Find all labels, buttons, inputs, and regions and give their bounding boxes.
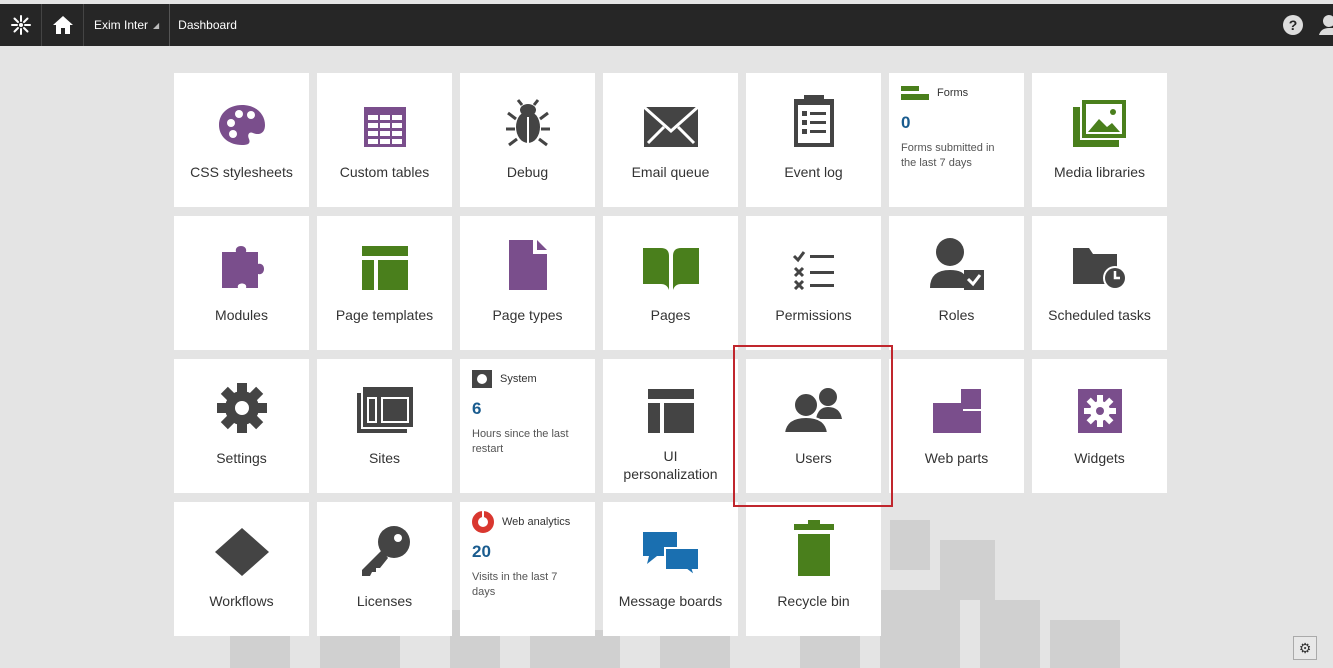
tile-page-types[interactable]: Page types xyxy=(460,216,595,350)
tile-email-queue[interactable]: Email queue xyxy=(603,73,738,207)
tile-label: Licenses xyxy=(356,593,413,609)
tile-recycle-bin[interactable]: Recycle bin xyxy=(746,502,881,636)
document-icon xyxy=(508,240,547,290)
gear-icon: ⚙ xyxy=(1298,639,1312,656)
book-icon xyxy=(642,248,699,290)
user-check-icon xyxy=(929,238,984,290)
layout-icon xyxy=(361,246,408,290)
tile-forms[interactable]: Forms 0 Forms submitted in the last 7 da… xyxy=(889,73,1024,207)
tile-event-log[interactable]: Event log xyxy=(746,73,881,207)
tile-label: Recycle bin xyxy=(777,593,850,609)
tile-web-analytics[interactable]: Web analytics 20 Visits in the last 7 da… xyxy=(460,502,595,636)
site-selector[interactable]: Exim Inter ◢ xyxy=(84,4,171,46)
tile-label: Debug xyxy=(506,164,549,180)
dropdown-icon: ◢ xyxy=(153,20,160,30)
site-name: Exim Inter xyxy=(94,18,149,32)
help-button[interactable]: ? xyxy=(1283,15,1303,35)
tile-label: Page types xyxy=(492,307,563,323)
kentico-logo-icon xyxy=(10,15,31,35)
home-icon xyxy=(52,16,73,34)
dashboard-grid: CSS stylesheets Custom tables Debug Emai… xyxy=(174,73,1167,636)
tile-sites[interactable]: Sites xyxy=(317,359,452,493)
tile-settings[interactable]: Settings xyxy=(174,359,309,493)
tile-workflows[interactable]: Workflows xyxy=(174,502,309,636)
tile-label: Web parts xyxy=(924,450,989,466)
tile-message-boards[interactable]: Message boards xyxy=(603,502,738,636)
analytics-visits: 20 xyxy=(472,542,491,561)
envelope-icon xyxy=(643,107,698,147)
system-icon xyxy=(472,370,492,388)
tile-custom-tables[interactable]: Custom tables xyxy=(317,73,452,207)
widget-gear-icon xyxy=(1077,389,1122,433)
tile-label: Sites xyxy=(368,450,401,466)
forms-count: 0 xyxy=(901,113,911,132)
tile-label: Roles xyxy=(938,307,975,323)
tile-label: Settings xyxy=(216,450,267,466)
tile-modules[interactable]: Modules xyxy=(174,216,309,350)
top-bar: Exim Inter ◢ Dashboard ? xyxy=(0,4,1333,46)
picture-icon xyxy=(1072,99,1127,147)
tile-label: Users xyxy=(795,450,832,466)
key-icon xyxy=(361,526,410,576)
user-profile-icon[interactable] xyxy=(1319,14,1333,36)
tile-label: Event log xyxy=(784,164,843,180)
home-button[interactable] xyxy=(42,4,84,46)
forms-icon xyxy=(901,86,929,100)
tile-page-templates[interactable]: Page templates xyxy=(317,216,452,350)
tile-title: Web analytics xyxy=(502,516,571,528)
tile-scheduled-tasks[interactable]: Scheduled tasks xyxy=(1032,216,1167,350)
system-hours: 6 xyxy=(472,399,482,418)
bug-icon xyxy=(505,99,550,147)
sites-icon xyxy=(356,387,413,433)
tile-widgets[interactable]: Widgets xyxy=(1032,359,1167,493)
checklist-icon xyxy=(792,251,834,290)
tile-label: Media libraries xyxy=(1053,164,1146,180)
donut-chart-icon xyxy=(472,511,494,533)
tile-users[interactable]: Users xyxy=(746,359,881,493)
tile-media-libraries[interactable]: Media libraries xyxy=(1032,73,1167,207)
tile-roles[interactable]: Roles xyxy=(889,216,1024,350)
tile-label: Permissions xyxy=(775,307,852,323)
tile-title: System xyxy=(500,373,537,385)
tile-label: Workflows xyxy=(209,593,274,609)
tile-css-stylesheets[interactable]: CSS stylesheets xyxy=(174,73,309,207)
tile-system[interactable]: System 6 Hours since the last restart xyxy=(460,359,595,493)
tile-description: Hours since the last restart xyxy=(472,428,569,455)
diamond-icon xyxy=(214,528,269,576)
tile-label: Widgets xyxy=(1074,450,1125,466)
trash-icon xyxy=(793,520,834,576)
table-icon xyxy=(363,107,406,147)
tile-label: Scheduled tasks xyxy=(1048,307,1151,323)
tile-ui-personalization[interactable]: UI personalization xyxy=(603,359,738,493)
tile-pages[interactable]: Pages xyxy=(603,216,738,350)
tile-label: CSS stylesheets xyxy=(190,164,293,180)
tile-label: Page templates xyxy=(335,307,434,323)
tile-label: UI personalization xyxy=(623,448,718,482)
tile-title: Forms xyxy=(937,87,969,99)
breadcrumb[interactable]: Dashboard xyxy=(170,18,245,32)
dashboard-settings-button[interactable]: ⚙ xyxy=(1293,636,1317,660)
tile-label: Modules xyxy=(215,307,268,323)
folder-clock-icon xyxy=(1072,248,1127,290)
tile-permissions[interactable]: Permissions xyxy=(746,216,881,350)
web-parts-icon xyxy=(932,389,981,433)
tile-description: Forms submitted in the last 7 days xyxy=(901,142,995,169)
tile-label: Message boards xyxy=(618,593,723,609)
palette-icon xyxy=(218,105,265,145)
puzzle-icon xyxy=(221,246,264,288)
app-menu-button[interactable] xyxy=(0,4,42,46)
users-icon xyxy=(783,388,842,433)
tile-debug[interactable]: Debug xyxy=(460,73,595,207)
tile-licenses[interactable]: Licenses xyxy=(317,502,452,636)
tile-label: Custom tables xyxy=(339,164,430,180)
tile-label: Email queue xyxy=(631,164,710,180)
gear-icon xyxy=(216,383,267,433)
clipboard-list-icon xyxy=(793,95,834,147)
layout-icon xyxy=(647,389,694,433)
tile-description: Visits in the last 7 days xyxy=(472,571,558,598)
tile-label: Pages xyxy=(650,307,691,323)
tile-web-parts[interactable]: Web parts xyxy=(889,359,1024,493)
chat-icon xyxy=(642,532,699,576)
